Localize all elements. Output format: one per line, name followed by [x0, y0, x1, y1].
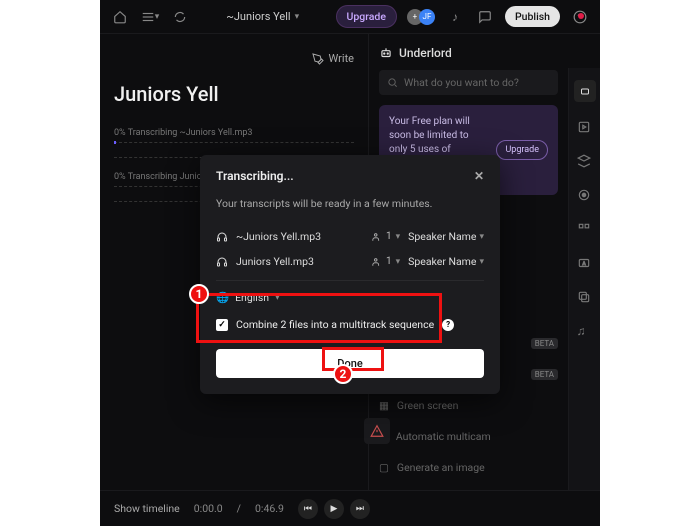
modal-title: Transcribing... — [216, 169, 294, 183]
write-button[interactable]: Write — [312, 52, 354, 65]
file-name: ~Juniors Yell.mp3 — [236, 230, 364, 243]
annotation-marker: 1 — [189, 284, 209, 304]
notification-dot — [578, 13, 584, 19]
collaborators[interactable]: + JF — [407, 9, 435, 25]
robot-icon — [379, 46, 393, 60]
rail-layers-icon[interactable] — [577, 154, 593, 170]
speaker-count[interactable]: 1 ▾ — [372, 231, 400, 242]
language-dropdown[interactable]: 🌐 English ▾ — [216, 291, 484, 304]
modal-subtitle: Your transcripts will be ready in a few … — [216, 197, 484, 210]
beta-badge: BETA — [531, 369, 558, 380]
beta-badge: BETA — [531, 338, 558, 349]
tool-label: Green screen — [397, 399, 458, 412]
play-button[interactable]: ▶ — [324, 499, 344, 519]
progress-bar — [114, 142, 354, 143]
people-icon — [372, 232, 382, 242]
headphones-icon — [216, 256, 228, 268]
combine-checkbox[interactable]: ✓ — [216, 319, 228, 331]
help-icon[interactable]: ? — [442, 319, 454, 331]
tool-item[interactable]: ⊞ Automatic multicam — [379, 426, 558, 447]
file-row: ~Juniors Yell.mp3 1 ▾ Speaker Name ▾ — [216, 224, 484, 249]
document-name: ~Juniors Yell — [226, 10, 290, 23]
panel-title-row: Underlord — [379, 46, 558, 60]
total-duration: 0:46.9 — [255, 502, 284, 515]
transcribing-modal: Transcribing... ✕ Your transcripts will … — [200, 155, 500, 394]
headphones-icon — [216, 231, 228, 243]
show-timeline-button[interactable]: Show timeline — [114, 502, 180, 515]
warning-icon — [370, 424, 384, 438]
search-icon — [387, 77, 398, 88]
globe-icon: 🌐 — [216, 291, 229, 304]
skip-back-button[interactable]: ⏮ — [298, 499, 318, 519]
tool-item[interactable]: ▢ Generate an image — [379, 457, 558, 478]
search-placeholder: What do you want to do? — [404, 76, 519, 89]
warning-button[interactable] — [364, 418, 390, 444]
home-icon[interactable] — [110, 7, 130, 27]
rail-copy-icon[interactable] — [577, 290, 593, 306]
menu-icon[interactable]: ▾ — [140, 7, 160, 27]
file-row: Juniors Yell.mp3 1 ▾ Speaker Name ▾ — [216, 249, 484, 274]
banner-upgrade-button[interactable]: Upgrade — [496, 140, 548, 161]
side-rail: A ♫ — [568, 68, 600, 490]
svg-text:A: A — [582, 261, 585, 267]
tool-label: Generate an image — [397, 461, 485, 474]
rail-media-icon[interactable] — [577, 120, 593, 136]
document-title: Juniors Yell — [114, 82, 354, 106]
music-icon[interactable]: ♪ — [445, 7, 465, 27]
panel-title: Underlord — [399, 46, 452, 60]
combine-label: Combine 2 files into a multitrack sequen… — [236, 318, 434, 331]
comment-icon[interactable] — [475, 7, 495, 27]
top-bar: ▾ ~Juniors Yell ▾ Upgrade + JF ♪ Publish — [100, 0, 600, 34]
combine-checkbox-row[interactable]: ✓ Combine 2 files into a multitrack sequ… — [216, 314, 484, 335]
file-name: Juniors Yell.mp3 — [236, 255, 364, 268]
rail-underlord-icon[interactable] — [574, 80, 596, 102]
underlord-search[interactable]: What do you want to do? — [379, 70, 558, 95]
sync-icon[interactable] — [170, 7, 190, 27]
rail-caption-icon[interactable]: A — [577, 256, 593, 272]
upgrade-button[interactable]: Upgrade — [336, 5, 397, 28]
tool-label: Automatic multicam — [396, 430, 491, 443]
language-label: English — [235, 291, 269, 304]
annotation-marker: 2 — [333, 364, 353, 384]
people-icon — [372, 257, 382, 267]
playhead-time: 0:00.0 — [194, 502, 223, 515]
publish-button[interactable]: Publish — [505, 6, 560, 27]
close-icon[interactable]: ✕ — [474, 169, 484, 183]
tool-item[interactable]: ▦ Green screen — [379, 395, 558, 416]
speaker-count[interactable]: 1 ▾ — [372, 256, 400, 267]
bottom-bar: Show timeline 0:00.0 / 0:46.9 ⏮ ▶ ⏭ — [100, 490, 600, 526]
rail-music-icon[interactable]: ♫ — [577, 324, 593, 340]
image-icon: ▢ — [379, 461, 389, 474]
help-icon[interactable] — [570, 7, 590, 27]
playback-controls: ⏮ ▶ ⏭ — [298, 499, 370, 519]
pen-icon — [312, 53, 324, 65]
skip-forward-button[interactable]: ⏭ — [350, 499, 370, 519]
rail-record-icon[interactable] — [577, 188, 593, 204]
transcription-row: 0% Transcribing ~Juniors Yell.mp3 — [114, 128, 354, 138]
write-label: Write — [329, 52, 354, 65]
speaker-name-dropdown[interactable]: Speaker Name ▾ — [408, 230, 484, 243]
avatar[interactable]: JF — [419, 9, 435, 25]
speaker-name-dropdown[interactable]: Speaker Name ▾ — [408, 255, 484, 268]
rail-apps-icon[interactable] — [577, 222, 593, 238]
screen-icon: ▦ — [379, 399, 389, 412]
document-dropdown[interactable]: ~Juniors Yell ▾ — [226, 10, 299, 23]
